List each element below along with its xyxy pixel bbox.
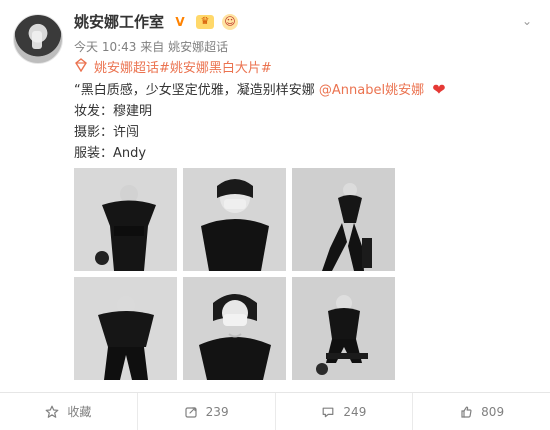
source-prefix: 来自: [140, 40, 165, 54]
author-row: 姚安娜工作室 V ♛ ☺: [74, 11, 239, 32]
diamond-icon: [74, 57, 88, 79]
topic-text[interactable]: 姚安娜超话#姚安娜黑白大片#: [94, 58, 272, 79]
star-icon: [45, 405, 59, 419]
photo-thumbnail[interactable]: [292, 168, 395, 271]
photo-grid: [74, 168, 396, 380]
post-actions: 收藏 239 249 809: [0, 392, 550, 430]
post-text: “黑白质感，少女坚定优雅，凝造别样安娜 @Annabel姚安娜 ❤: [74, 78, 534, 101]
photo-thumbnail[interactable]: [183, 277, 286, 380]
mention-link[interactable]: @Annabel姚安娜: [319, 83, 424, 98]
photo-thumbnail[interactable]: [292, 277, 395, 380]
post-time[interactable]: 今天 10:43: [74, 40, 136, 54]
thumbs-up-icon: [459, 405, 473, 419]
like-button[interactable]: 809: [412, 393, 550, 430]
credit-line: 摄影：许闯: [74, 125, 140, 140]
photo-thumbnail[interactable]: [74, 277, 177, 380]
avatar[interactable]: [13, 14, 63, 64]
weibo-post-card: 姚安娜工作室 V ♛ ☺ ⌄ 今天 10:43 来自 姚安娜超话 姚安娜超话#姚…: [0, 0, 550, 430]
heart-icon: ❤: [432, 80, 446, 99]
repost-button[interactable]: 239: [136, 393, 275, 430]
repost-icon: [184, 405, 198, 419]
topic-line[interactable]: 姚安娜超话#姚安娜黑白大片#: [74, 57, 534, 79]
like-count: 809: [481, 404, 505, 419]
comment-count: 249: [343, 404, 367, 419]
fan-face-icon[interactable]: ☺: [222, 13, 239, 30]
post-meta: 今天 10:43 来自 姚安娜超话: [74, 38, 228, 55]
lead-text: “黑白质感，少女坚定优雅，凝造别样安娜: [74, 83, 315, 98]
post-content: 姚安娜超话#姚安娜黑白大片# “黑白质感，少女坚定优雅，凝造别样安娜 @Anna…: [74, 57, 534, 164]
credit-line: 妆发：穆建明: [74, 104, 153, 119]
credit-line: 服装：Andy: [74, 146, 147, 161]
favorite-label: 收藏: [67, 405, 92, 419]
repost-count: 239: [205, 404, 229, 419]
verified-icon[interactable]: V: [172, 14, 188, 30]
avatar-hand-icon: [32, 31, 42, 49]
favorite-button[interactable]: 收藏: [0, 393, 137, 430]
photo-thumbnail[interactable]: [183, 168, 286, 271]
crown-icon[interactable]: ♛: [196, 14, 215, 29]
author-name[interactable]: 姚安娜工作室: [74, 11, 164, 32]
comment-icon: [321, 405, 335, 419]
source-link[interactable]: 姚安娜超话: [168, 40, 228, 54]
photo-thumbnail[interactable]: [74, 168, 177, 271]
comment-button[interactable]: 249: [274, 393, 413, 430]
chevron-down-icon[interactable]: ⌄: [522, 15, 532, 27]
